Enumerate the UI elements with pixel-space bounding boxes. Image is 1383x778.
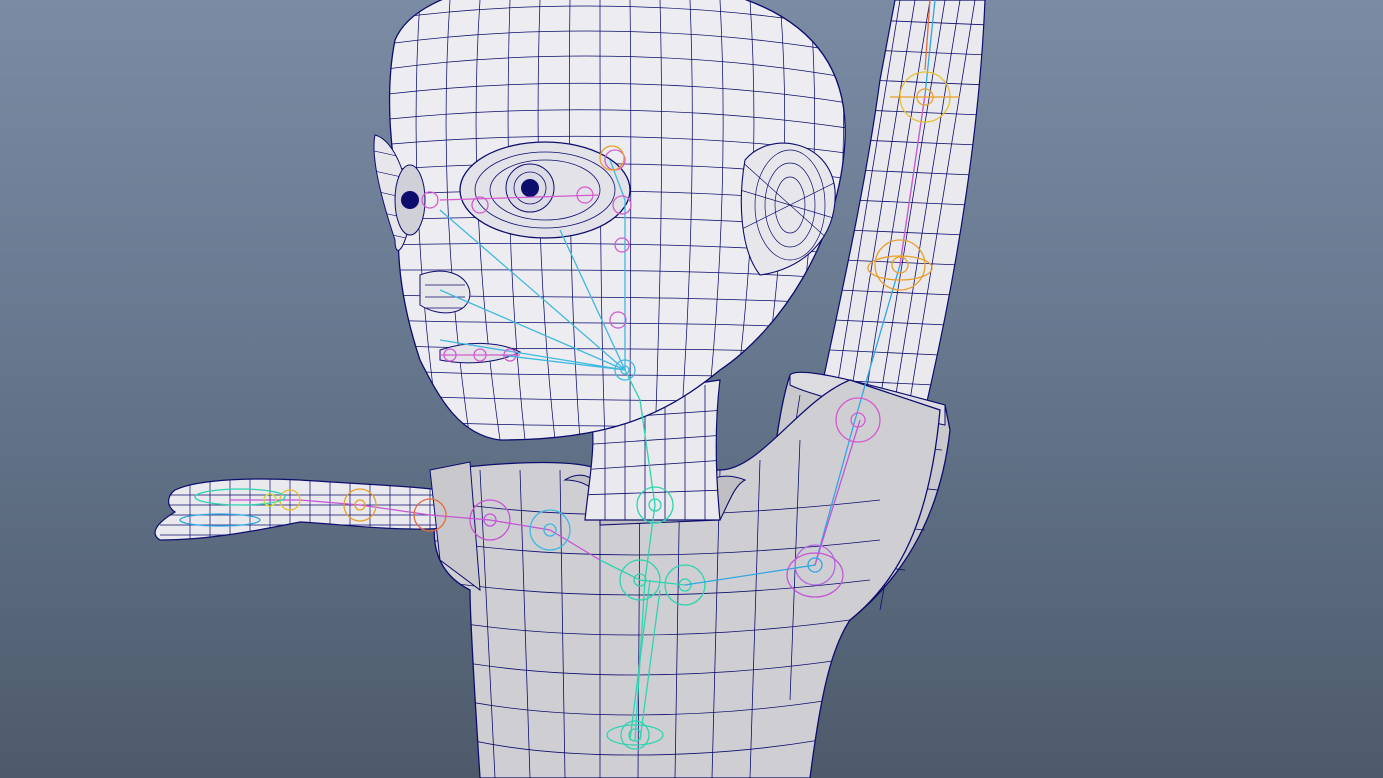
3d-viewport[interactable] — [0, 0, 1383, 778]
character-rig-scene[interactable] — [0, 0, 1383, 778]
raised-arm-mesh[interactable] — [819, 0, 990, 411]
eyeball[interactable] — [505, 163, 555, 213]
head-mesh[interactable] — [370, 0, 860, 441]
